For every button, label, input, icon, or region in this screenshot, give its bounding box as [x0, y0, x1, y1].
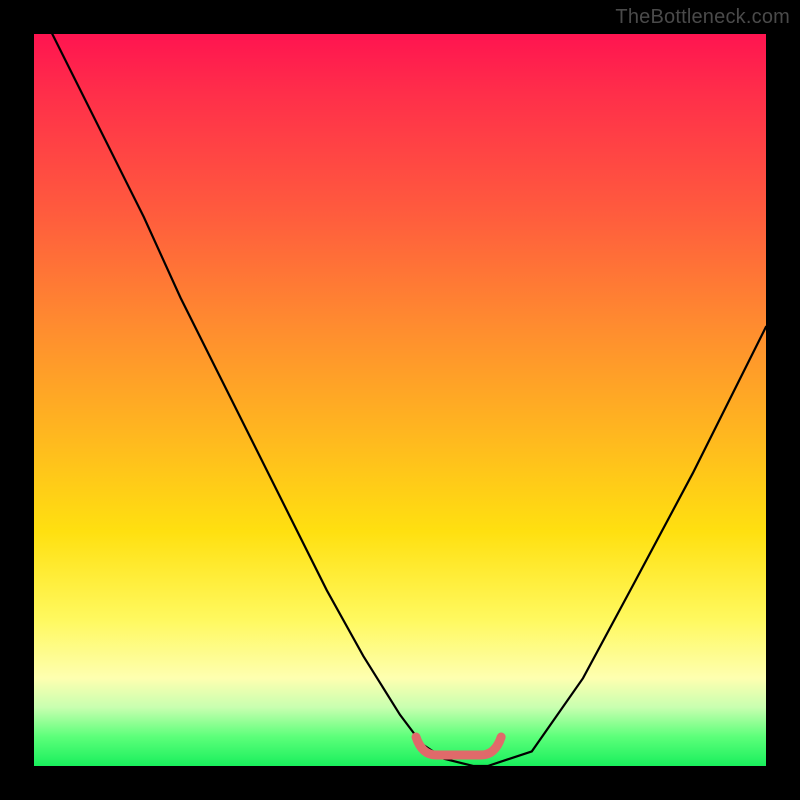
chart-frame: TheBottleneck.com [0, 0, 800, 800]
plot-area [34, 34, 766, 766]
curve-flat-segment [416, 737, 501, 755]
bottleneck-curve [34, 34, 766, 766]
curve-path [34, 34, 766, 766]
watermark-text: TheBottleneck.com [615, 6, 790, 29]
